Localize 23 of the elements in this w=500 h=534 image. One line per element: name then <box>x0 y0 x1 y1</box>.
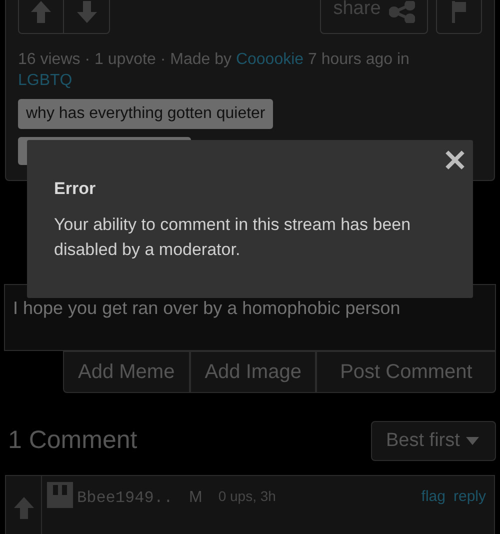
author-link[interactable]: Cooookie <box>236 51 304 68</box>
down-arrow-icon <box>76 1 96 23</box>
stream-link[interactable]: LGBTQ <box>18 72 72 89</box>
comment-action-button[interactable]: Post Comment <box>316 351 496 393</box>
caret-icon <box>466 437 479 445</box>
tag[interactable]: why has everything gotten quieter <box>18 99 274 129</box>
flag-icon <box>451 1 467 23</box>
post-meta-text: 16 views · 1 upvote · Made by Cooookie 7 hours ago in LGBTQ <box>18 50 410 91</box>
comment-field[interactable]: I hope you get ran over by a homophobic person <box>4 284 496 351</box>
comments-heading: 1 Comment <box>8 425 138 456</box>
avatar-icon <box>47 482 73 508</box>
comment-action-link[interactable]: flag <box>421 486 446 508</box>
up-arrow-icon <box>31 1 51 23</box>
close-button[interactable] <box>445 148 465 172</box>
comment-action-link[interactable]: reply <box>453 486 486 508</box>
share-icon <box>388 1 415 23</box>
close-icon <box>445 150 465 170</box>
sort-dropdown[interactable]: Best first <box>371 421 496 461</box>
dialog-message: Your ability to comment in this stream has been disabled by a moderator. <box>54 214 412 260</box>
comment-action-button[interactable]: Add Image <box>190 351 316 393</box>
dialog-title: Error <box>54 178 97 200</box>
comment-action-button[interactable]: Add Meme <box>63 351 190 393</box>
up-arrow-icon <box>14 496 34 519</box>
